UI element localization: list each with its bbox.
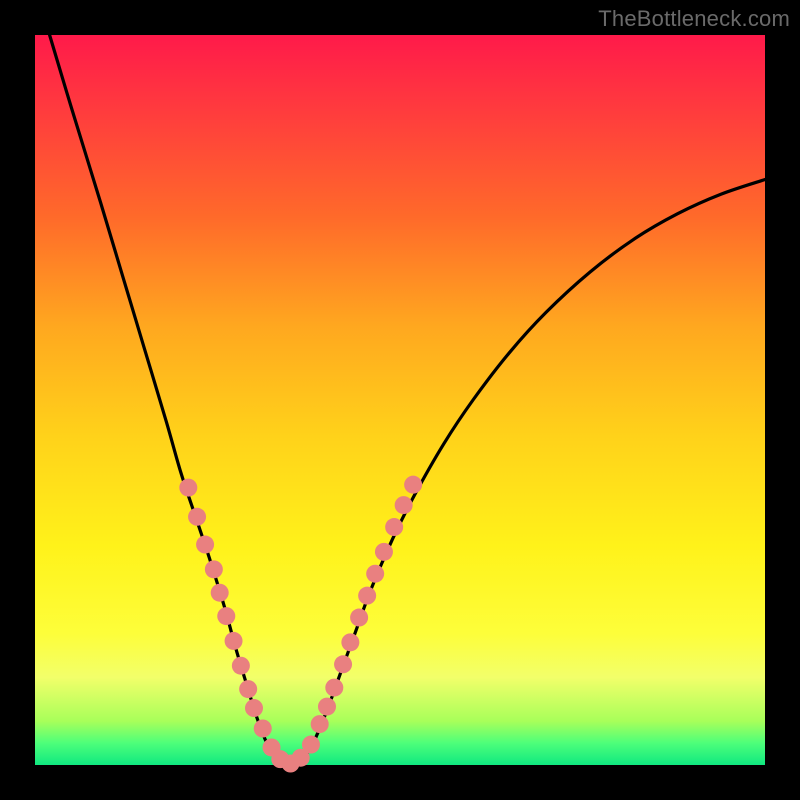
marker-dot	[217, 607, 235, 625]
marker-dot	[245, 699, 263, 717]
marker-dot	[239, 680, 257, 698]
marker-dot	[211, 584, 229, 602]
marker-dot	[232, 657, 250, 675]
marker-dot	[375, 543, 393, 561]
marker-dot	[205, 560, 223, 578]
chart-svg	[35, 35, 765, 765]
marker-dot	[196, 536, 214, 554]
plot-area	[35, 35, 765, 765]
marker-dot	[325, 679, 343, 697]
marker-dot	[254, 720, 272, 738]
marker-dot	[334, 655, 352, 673]
chart-frame: TheBottleneck.com	[0, 0, 800, 800]
marker-dot	[302, 736, 320, 754]
marker-dot	[179, 479, 197, 497]
marker-dot	[395, 496, 413, 514]
marker-dot	[358, 587, 376, 605]
marker-dot	[366, 565, 384, 583]
marker-dot	[404, 476, 422, 494]
bottleneck-curve-path	[50, 35, 765, 765]
marker-dot	[225, 632, 243, 650]
marker-dot	[350, 609, 368, 627]
marker-dot	[385, 518, 403, 536]
marker-group	[179, 476, 422, 773]
marker-dot	[318, 698, 336, 716]
watermark-text: TheBottleneck.com	[598, 6, 790, 32]
marker-dot	[188, 508, 206, 526]
marker-dot	[341, 633, 359, 651]
marker-dot	[311, 715, 329, 733]
